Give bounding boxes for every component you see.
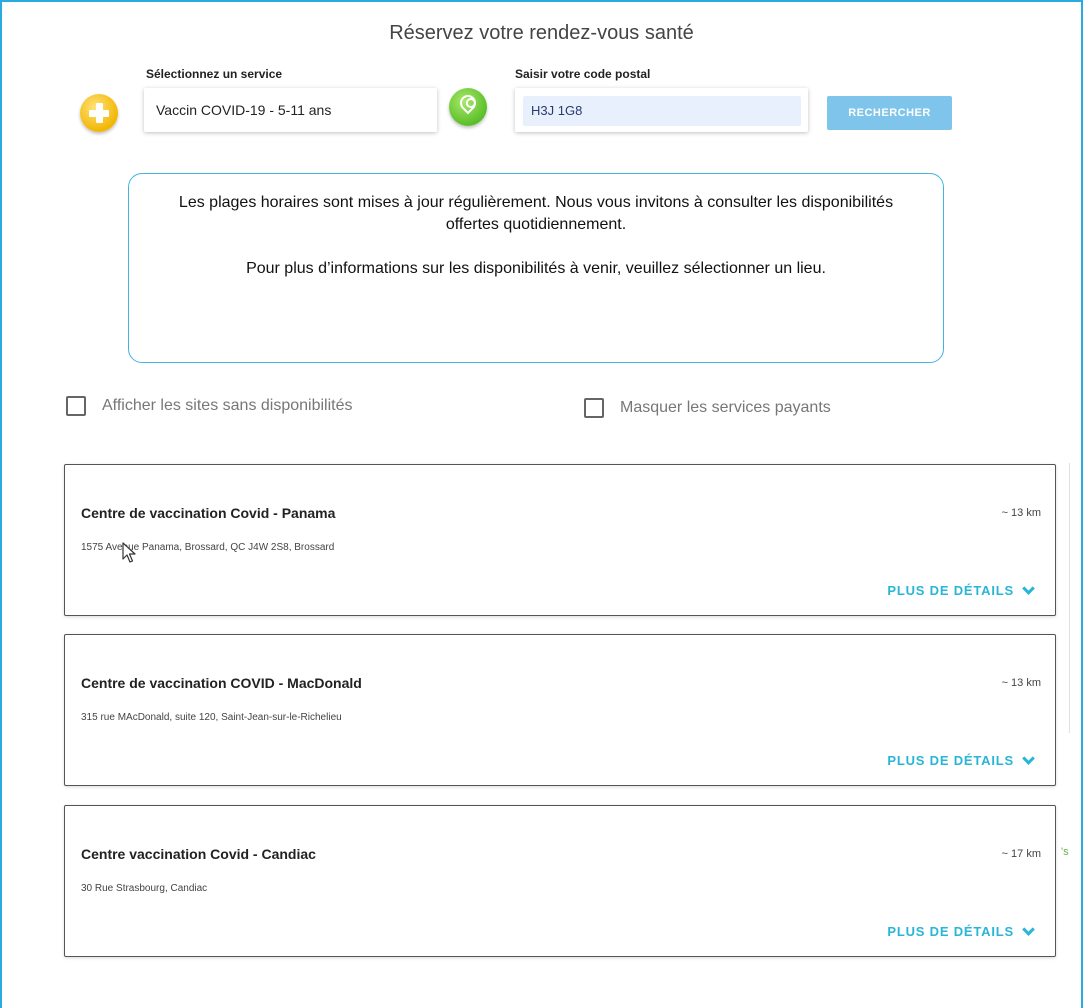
result-distance: ~ 13 km	[1001, 507, 1041, 519]
info-paragraph-1: Les plages horaires sont mises à jour ré…	[178, 194, 894, 233]
result-distance: ~ 17 km	[1001, 848, 1041, 860]
info-notice: Les plages horaires sont mises à jour ré…	[128, 173, 944, 363]
info-paragraph-2: Pour plus d’informations sur les disponi…	[246, 260, 826, 277]
page-title: Réservez votre rendez-vous santé	[389, 22, 694, 44]
chevron-down-icon	[1022, 581, 1035, 595]
details-link-label: PLUS DE DÉTAILS	[887, 924, 1014, 939]
service-select-value: Vaccin COVID-19 - 5-11 ans	[156, 102, 332, 118]
hide-paid-label: Masquer les services payants	[620, 399, 831, 416]
result-address: 1575 Avenue Panama, Brossard, QC J4W 2S8…	[81, 542, 335, 553]
details-link[interactable]: PLUS DE DÉTAILS	[887, 922, 1035, 939]
show-unavailable-label: Afficher les sites sans disponibilités	[102, 397, 353, 414]
result-address: 315 rue MAcDonald, suite 120, Saint-Jean…	[81, 712, 342, 723]
result-card: Centre de vaccination Covid - Panama ~ 1…	[64, 464, 1056, 616]
plus-icon	[80, 94, 118, 132]
location-pin-icon	[449, 88, 487, 126]
details-link[interactable]: PLUS DE DÉTAILS	[887, 751, 1035, 768]
show-unavailable-checkbox[interactable]	[66, 396, 86, 416]
filter-show-unavailable[interactable]: Afficher les sites sans disponibilités	[66, 396, 353, 416]
postal-code-value: H3J 1G8	[531, 103, 583, 118]
service-select[interactable]: Vaccin COVID-19 - 5-11 ans	[144, 88, 437, 132]
mouse-cursor-icon	[122, 542, 136, 563]
hide-paid-checkbox[interactable]	[584, 398, 604, 418]
chevron-down-icon	[1022, 922, 1035, 936]
chevron-down-icon	[1022, 751, 1035, 765]
postal-code-field[interactable]: H3J 1G8	[515, 88, 808, 132]
details-link[interactable]: PLUS DE DÉTAILS	[887, 581, 1035, 598]
result-name: Centre de vaccination COVID - MacDonald	[81, 675, 362, 691]
result-distance: ~ 13 km	[1001, 677, 1041, 689]
postal-label: Saisir votre code postal	[515, 67, 651, 81]
filter-hide-paid[interactable]: Masquer les services payants	[584, 398, 831, 418]
search-button[interactable]: RECHERCHER	[827, 96, 952, 130]
side-text-fragment: 's	[1061, 846, 1069, 858]
result-name: Centre de vaccination Covid - Panama	[81, 505, 336, 521]
result-name: Centre vaccination Covid - Candiac	[81, 846, 316, 862]
service-label: Sélectionnez un service	[146, 67, 283, 81]
result-address: 30 Rue Strasbourg, Candiac	[81, 883, 208, 894]
details-link-label: PLUS DE DÉTAILS	[887, 583, 1014, 598]
result-card: Centre de vaccination COVID - MacDonald …	[64, 634, 1056, 786]
details-link-label: PLUS DE DÉTAILS	[887, 753, 1014, 768]
result-card: Centre vaccination Covid - Candiac ~ 17 …	[64, 805, 1056, 957]
